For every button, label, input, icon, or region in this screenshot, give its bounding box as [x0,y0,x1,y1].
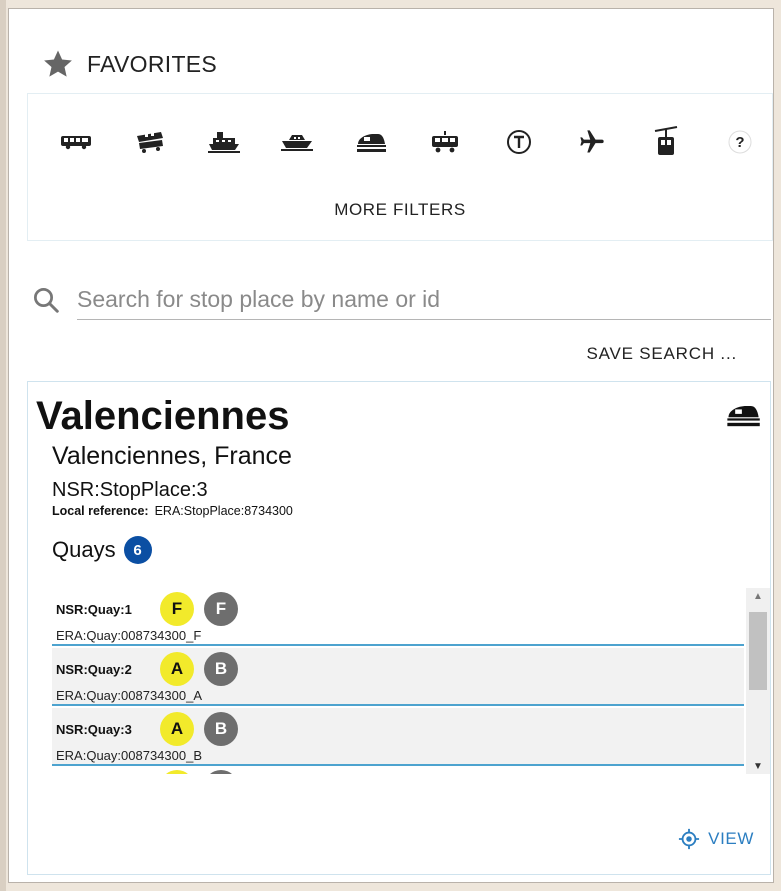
bus-icon [61,136,91,150]
quay-row[interactable]: NSR:Quay:3 A B ERA:Quay:008734300_B [52,708,744,766]
quay-row[interactable]: NSR:Quay:2 A B ERA:Quay:008734300_A [52,648,744,706]
star-icon [44,50,72,77]
locate-icon [679,828,700,850]
favorites-header[interactable]: FAVORITES [41,47,217,81]
filter-air[interactable] [574,124,610,160]
filter-metro[interactable] [501,124,537,160]
train-icon [357,134,387,152]
local-reference: Local reference: ERA:StopPlace:8734300 [52,504,293,518]
scroll-down-arrow-icon[interactable]: ▼ [746,758,770,774]
stop-place-card: Valenciennes Valenciennes, France NSR:St… [27,381,771,875]
airplane-icon [580,130,604,153]
local-reference-label: Local reference: [52,504,149,518]
boat-icon [281,135,314,151]
search-panel: FAVORITES ? MORE FILTERS Search for stop… [8,8,774,883]
coach-icon [136,132,163,153]
view-button[interactable]: VIEW [678,828,754,850]
view-label: VIEW [708,829,754,848]
filter-bus[interactable] [58,124,94,160]
filter-tram[interactable] [427,124,463,160]
quay-row[interactable]: NSR:Quay:1 F F ERA:Quay:008734300_F [52,588,744,646]
mode-filters: ? MORE FILTERS [27,93,773,241]
scroll-up-arrow-icon[interactable]: ▲ [746,588,770,604]
filter-rail[interactable] [353,124,389,160]
public-code-badge: A [160,652,194,686]
filter-water[interactable] [279,124,315,160]
local-reference-value: ERA:StopPlace:8734300 [154,504,293,518]
stop-mode [724,400,762,435]
metro-t-icon [506,130,531,154]
train-icon [727,406,760,427]
stop-place-id: NSR:StopPlace:3 [52,479,208,501]
quay-ref: ERA:Quay:008734300_F [56,628,202,643]
quay-ref: ERA:Quay:008734300_A [56,688,202,703]
quay-id: NSR:Quay:3 [56,722,132,737]
favorites-label: FAVORITES [87,50,218,77]
quays-header: Quays 6 [52,536,152,564]
tram-icon [431,131,458,153]
search-bar [31,279,775,327]
cable-car-icon [654,126,678,155]
quay-list-scrollbar[interactable]: ▲ ▼ [746,588,770,774]
private-code-badge [204,770,238,774]
quays-count-badge: 6 [123,536,152,564]
stop-place-name[interactable]: Valenciennes [36,394,289,439]
more-filters-button[interactable]: MORE FILTERS [28,200,772,220]
search-icon [34,288,59,313]
private-code-badge: F [204,592,238,626]
svg-text:?: ? [735,134,744,151]
filter-cableway[interactable] [648,124,684,160]
quay-id: NSR:Quay:2 [56,662,132,677]
ferry-icon [207,132,240,153]
private-code-badge: B [204,712,238,746]
quay-list: NSR:Quay:1 F F ERA:Quay:008734300_F NSR:… [52,588,744,774]
public-code-badge: A [160,712,194,746]
question-icon: ? [728,130,752,154]
public-code-badge: F [160,592,194,626]
stop-place-location: Valenciennes, France [52,442,292,470]
mode-filter-row: ? [58,122,758,162]
quays-label: Quays [52,537,116,562]
quay-id: NSR:Quay:1 [56,602,132,617]
filter-unknown[interactable]: ? [722,124,758,160]
filter-coach[interactable] [132,124,168,160]
private-code-badge: B [204,652,238,686]
public-code-badge [160,770,194,774]
filter-ferry[interactable] [206,124,242,160]
save-search-button[interactable]: SAVE SEARCH ... [586,344,737,364]
quay-row-partial[interactable] [52,768,744,774]
search-input[interactable] [77,279,771,320]
quay-ref: ERA:Quay:008734300_B [56,748,202,763]
scroll-thumb[interactable] [749,612,767,690]
